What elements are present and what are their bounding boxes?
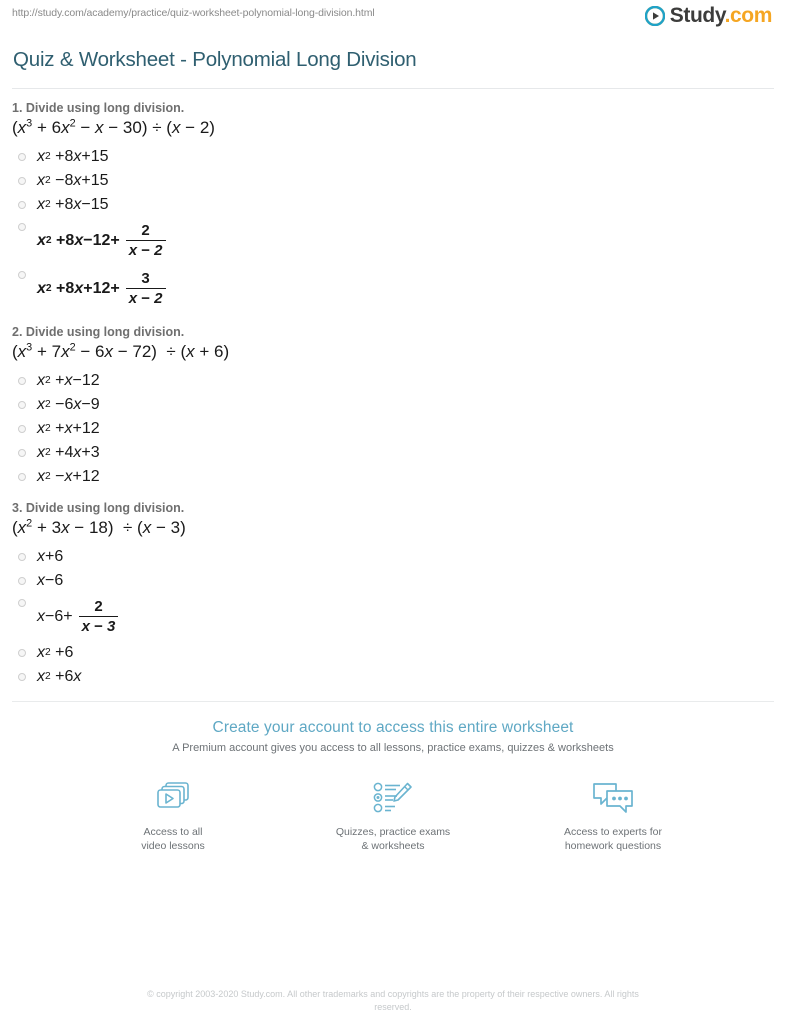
option-label: x2 + 8x + 15 — [37, 148, 109, 165]
option-label: x2 + x − 12 — [37, 372, 100, 389]
option-row[interactable]: x2 + x + 12 — [12, 417, 774, 441]
fraction-denominator: x − 2 — [125, 240, 166, 259]
benefit-experts: Access to experts for homework questions — [538, 778, 688, 853]
cta-block: Create your account to access this entir… — [0, 702, 786, 853]
radio-button-icon[interactable] — [18, 271, 26, 279]
radio-button-icon[interactable] — [18, 153, 26, 161]
option-list: x2 + 8x + 15 x2 − 8x + 15 x2 + 8x − 15 x… — [12, 145, 774, 313]
brand-suffix: .com — [724, 4, 773, 27]
option-row[interactable]: x − 6 + 2 x − 3 — [12, 593, 774, 641]
option-row[interactable]: x2 + 6 — [12, 641, 774, 665]
question-block-1: 1. Divide using long division. (x3 + 6x2… — [12, 101, 774, 313]
question-prompt: 1. Divide using long division. — [12, 101, 185, 115]
option-label: x2 + 8x − 15 — [37, 196, 109, 213]
radio-button-icon[interactable] — [18, 223, 26, 231]
radio-button-icon[interactable] — [18, 577, 26, 585]
option-row[interactable]: x2 + 8x + 15 — [12, 145, 774, 169]
option-row[interactable]: x + 6 — [12, 545, 774, 569]
cta-headline[interactable]: Create your account to access this entir… — [0, 719, 786, 737]
option-list: x + 6 x − 6 x − 6 + 2 x − 3 x2 + 6 x2 + — [12, 545, 774, 689]
option-row[interactable]: x2 + 6x — [12, 665, 774, 689]
option-label: x2 + 8x + 12 + 3 x − 2 — [37, 267, 167, 311]
radio-button-icon[interactable] — [18, 449, 26, 457]
benefits-row: Access to all video lessons Quizzes, pra… — [0, 778, 786, 853]
radio-button-icon[interactable] — [18, 649, 26, 657]
radio-button-icon[interactable] — [18, 673, 26, 681]
option-label: x2 + 4x + 3 — [37, 444, 100, 461]
fraction: 3 x − 2 — [125, 270, 166, 307]
play-circle-icon — [644, 5, 665, 26]
quiz-worksheet-icon — [318, 778, 468, 818]
questions-container: 1. Divide using long division. (x3 + 6x2… — [0, 89, 786, 689]
radio-button-icon[interactable] — [18, 425, 26, 433]
option-label: x2 − x + 12 — [37, 468, 100, 485]
benefit-label: Access to experts for homework questions — [563, 826, 663, 852]
fraction-numerator: 2 — [141, 222, 150, 239]
benefit-video-lessons: Access to all video lessons — [98, 778, 248, 853]
option-row[interactable]: x2 − 8x + 15 — [12, 169, 774, 193]
brand-wordmark: Study.com — [669, 4, 773, 27]
radio-button-icon[interactable] — [18, 201, 26, 209]
question-prompt: 2. Divide using long division. — [12, 325, 185, 339]
fraction-numerator: 3 — [141, 270, 150, 287]
fraction: 2 x − 3 — [78, 598, 119, 635]
study-com-logo[interactable]: Study.com — [644, 4, 773, 27]
page-header: http://study.com/academy/practice/quiz-w… — [0, 0, 786, 36]
fraction-numerator: 2 — [94, 598, 103, 615]
option-row[interactable]: x2 − 6x − 9 — [12, 393, 774, 417]
option-row[interactable]: x − 6 — [12, 569, 774, 593]
brand-name: Study — [669, 4, 725, 27]
benefit-label: Access to all video lessons — [141, 826, 205, 852]
radio-button-icon[interactable] — [18, 599, 26, 607]
question-expression: (x3 + 7x2 − 6x − 72) ÷ (x + 6) — [12, 341, 230, 361]
question-block-3: 3. Divide using long division. (x2 + 3x … — [12, 501, 774, 689]
option-label: x2 + 6 — [37, 644, 74, 661]
question-prompt: 3. Divide using long division. — [12, 501, 185, 515]
radio-button-icon[interactable] — [18, 401, 26, 409]
question-expression: (x2 + 3x − 18) ÷ (x − 3) — [12, 517, 186, 537]
video-lessons-icon — [98, 778, 248, 818]
question-block-2: 2. Divide using long division. (x3 + 7x2… — [12, 325, 774, 489]
fraction-denominator: x − 3 — [78, 616, 119, 635]
option-row[interactable]: x2 + 8x − 12 + 2 x − 2 — [12, 217, 774, 265]
radio-button-icon[interactable] — [18, 177, 26, 185]
radio-button-icon[interactable] — [18, 377, 26, 385]
option-row[interactable]: x2 + 8x − 15 — [12, 193, 774, 217]
option-label: x − 6 — [37, 572, 64, 589]
option-label: x2 + x + 12 — [37, 420, 100, 437]
copyright-text: © copyright 2003-2020 Study.com. All oth… — [147, 989, 639, 1012]
option-row[interactable]: x2 + 8x + 12 + 3 x − 2 — [12, 265, 774, 313]
option-row[interactable]: x2 + x − 12 — [12, 369, 774, 393]
benefit-quizzes: Quizzes, practice exams & worksheets — [318, 778, 468, 853]
question-expression: (x3 + 6x2 − x − 30) ÷ (x − 2) — [12, 117, 215, 137]
option-label: x + 6 — [37, 548, 64, 565]
option-label: x − 6 + 2 x − 3 — [37, 595, 119, 639]
radio-button-icon[interactable] — [18, 553, 26, 561]
fraction-denominator: x − 2 — [125, 288, 166, 307]
cta-subline: A Premium account gives you access to al… — [172, 742, 614, 754]
option-label: x2 − 8x + 15 — [37, 172, 109, 189]
fraction: 2 x − 2 — [125, 222, 166, 259]
expert-chat-icon — [538, 778, 688, 818]
option-label: x2 + 8x − 12 + 2 x − 2 — [37, 219, 167, 263]
option-row[interactable]: x2 − x + 12 — [12, 465, 774, 489]
radio-button-icon[interactable] — [18, 473, 26, 481]
page-title: Quiz & Worksheet - Polynomial Long Divis… — [13, 48, 417, 71]
option-label: x2 − 6x − 9 — [37, 396, 100, 413]
option-row[interactable]: x2 + 4x + 3 — [12, 441, 774, 465]
option-label: x2 + 6x — [37, 668, 82, 685]
option-list: x2 + x − 12 x2 − 6x − 9 x2 + x + 12 x2 +… — [12, 369, 774, 489]
benefit-label: Quizzes, practice exams & worksheets — [335, 826, 451, 852]
